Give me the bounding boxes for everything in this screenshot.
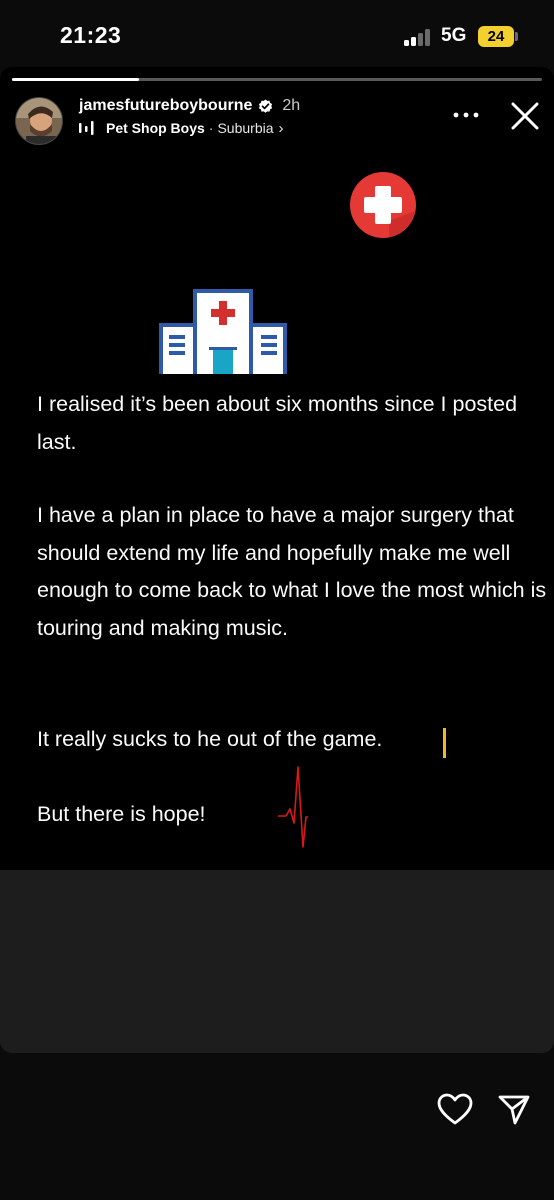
battery-tip [515,32,518,41]
story-progress-fill [12,78,140,81]
story-image: jamesfutureboybourne 2h Pet Shop Boys · … [0,67,554,870]
story-progress-bar [12,78,542,81]
story-text-block: I realised it’s been about six months si… [0,374,554,870]
story-text-paragraph: I realised it’s been about six months si… [37,392,518,454]
username-row: jamesfutureboybourne 2h [79,95,300,117]
music-bars-icon [79,121,94,135]
close-button[interactable] [507,98,543,134]
chevron-right-icon: › [278,119,284,137]
music-attribution[interactable]: Pet Shop Boys · Suburbia › [79,118,284,138]
post-time: 2h [282,97,301,114]
network-label: 5G [441,25,467,46]
hospital-building-icon [159,289,287,375]
verified-badge-icon [259,98,273,113]
status-time: 21:23 [60,22,122,48]
medical-cross-icon [350,172,416,238]
avatar-photo [16,98,62,144]
status-bar: 21:23 5G 24 [0,0,554,70]
story-text-paragraph: I have a plan in place to have a major s… [37,503,547,640]
battery-indicator: 24 [478,26,514,47]
heartbeat-icon [278,766,308,848]
share-button[interactable] [497,1092,531,1126]
text-cursor [443,728,446,758]
music-artist: Pet Shop Boys [106,120,205,136]
avatar[interactable] [15,97,63,145]
music-separator: · [208,120,214,136]
story-text-paragraph: It really sucks to he out of the game. [37,727,383,751]
username[interactable]: jamesfutureboybourne [79,97,252,115]
cellular-signal-icon [404,28,434,46]
more-options-button[interactable] [452,108,480,122]
like-button[interactable] [436,1092,474,1126]
story-card[interactable]: jamesfutureboybourne 2h Pet Shop Boys · … [0,67,554,1053]
music-song: Suburbia [217,120,274,136]
